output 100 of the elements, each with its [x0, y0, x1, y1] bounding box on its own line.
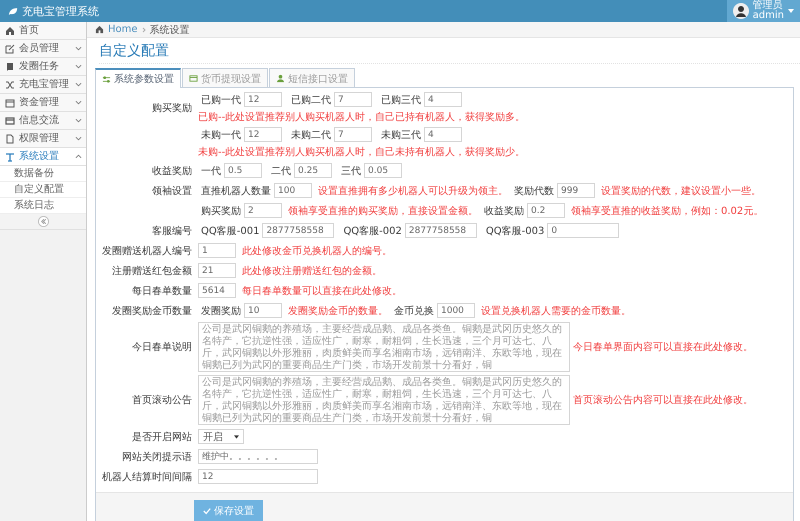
field-label: 直推机器人数量 — [201, 184, 271, 198]
sidebar-item[interactable]: 系统设置 — [0, 148, 86, 166]
input-field[interactable]: 7 — [334, 127, 372, 142]
leaf-icon — [8, 6, 18, 16]
text-icon — [5, 152, 15, 162]
field-label: 客服编号 — [152, 226, 192, 236]
hint-text: 已购--此处设置推荐别人购买机器人时，自己已持有机器人，获得奖励多。 — [198, 110, 526, 124]
hint-text: 首页滚动公告内容可以直接在此处修改。 — [573, 394, 753, 407]
dropdown[interactable]: 开启 — [198, 429, 244, 444]
field-label: 机器人结算时间间隔 — [102, 472, 192, 482]
input-field[interactable]: 1 — [198, 243, 236, 258]
field-label: 已购一代 — [201, 94, 241, 106]
hint-text: 每日春单数量可以直接在此处修改。 — [242, 284, 402, 298]
shuffle-icon — [5, 80, 15, 90]
field-label: 领袖设置 — [152, 186, 192, 196]
chevron-icon — [75, 118, 82, 123]
input-field[interactable]: 0.5 — [224, 163, 262, 178]
input-field[interactable]: 10 — [244, 303, 282, 318]
submenu-item[interactable]: 数据备份 — [0, 166, 86, 182]
input-field[interactable]: 100 — [274, 183, 312, 198]
input-field[interactable]: 12 — [244, 92, 282, 107]
field-label: 每日春单数量 — [132, 286, 192, 296]
chevron-icon — [75, 136, 82, 141]
input-field[interactable]: 1000 — [437, 303, 475, 318]
hint-text: 设置奖励的代数，建议设置小一些。 — [601, 184, 761, 198]
field-label: 未购一代 — [201, 128, 241, 142]
tab[interactable]: 系统参数设置 — [95, 68, 181, 88]
field-label: QQ客服-001 — [201, 224, 260, 238]
user-icon — [276, 74, 285, 83]
sliders-icon — [102, 74, 111, 84]
field-label: 发圈奖励金币数量 — [112, 306, 192, 316]
avatar-icon — [732, 3, 749, 19]
window-icon — [5, 116, 15, 126]
caret-icon — [234, 434, 239, 438]
field-label: 今日春单说明 — [132, 342, 192, 353]
hint-text: 领袖享受直推的收益奖励，例如：0.02元。 — [571, 204, 764, 218]
sidebar-item[interactable]: 充电宝管理 — [0, 76, 86, 94]
edit-icon — [5, 44, 15, 54]
sidebar-item[interactable]: 会员管理 — [0, 40, 86, 58]
input-field[interactable]: 维护中。。。。。。 — [198, 449, 318, 464]
chevron-icon — [75, 82, 82, 87]
hint-text: 未购--此处设置推荐别人购买机器人时，自己未持有机器人，获得奖励少。 — [198, 146, 526, 159]
hint-text: 此处修改金币兑换机器人的编号。 — [242, 244, 392, 258]
input-field[interactable]: 7 — [334, 92, 372, 107]
hint-text: 设置兑换机器人需要的金币数量。 — [481, 304, 631, 318]
input-field[interactable]: 21 — [198, 263, 236, 278]
field-label: 未购二代 — [291, 128, 331, 142]
field-label: 注册赠送红包金额 — [112, 266, 192, 276]
field-label: 二代 — [271, 164, 291, 178]
breadcrumb-item[interactable]: Home — [108, 24, 138, 35]
chevron-icon — [75, 46, 82, 51]
breadcrumb-item: 系统设置 — [150, 24, 190, 36]
field-label: 首页滚动公告 — [132, 395, 192, 406]
sidebar-item[interactable]: 首页 — [0, 22, 86, 40]
field-label: QQ客服-003 — [486, 224, 544, 238]
hint-text: 设置直推拥有多少机器人可以升级为领主。 — [318, 184, 508, 198]
input-field[interactable]: 2877758558 — [262, 223, 334, 238]
home-icon — [95, 25, 104, 34]
user-role: 管理员 — [752, 1, 783, 11]
input-field[interactable]: 0.2 — [527, 203, 565, 218]
document-icon — [5, 134, 15, 144]
sidebar-item[interactable]: 资金管理 — [0, 94, 86, 112]
input-field[interactable]: 0 — [547, 223, 620, 238]
field-label: 发圈奖励 — [201, 304, 241, 318]
sidebar-item[interactable]: 发圈任务 — [0, 58, 86, 76]
field-label: 奖励代数 — [514, 184, 554, 198]
field-label: 购买奖励 — [201, 204, 241, 218]
chevron-icon — [75, 154, 82, 159]
hint-text: 领袖享受直推的购买奖励，直接设置金额。 — [288, 204, 478, 218]
input-field[interactable]: 4 — [424, 92, 462, 107]
chevron-icon — [75, 64, 82, 69]
input-field[interactable]: 2877758558 — [404, 223, 477, 238]
chevron-icon — [75, 100, 82, 105]
caret-icon — [788, 9, 794, 13]
collapse-icon[interactable] — [38, 216, 48, 227]
field-label: 已购二代 — [291, 94, 331, 106]
user-name: admin — [752, 11, 784, 21]
field-label: 已购三代 — [381, 94, 421, 106]
submenu-item[interactable]: 系统日志 — [0, 198, 86, 214]
input-field[interactable]: 0.05 — [364, 163, 402, 178]
sidebar-item[interactable]: 信息交流 — [0, 112, 86, 130]
input-field[interactable]: 2 — [244, 203, 282, 218]
input-field[interactable]: 999 — [557, 183, 595, 198]
field-label: 一代 — [201, 164, 221, 178]
check-icon — [203, 507, 211, 515]
input-field[interactable]: 5614 — [198, 283, 236, 298]
field-label: QQ客服-002 — [343, 224, 402, 238]
page-title: 自定义配置 — [99, 42, 800, 64]
input-field[interactable]: 0.25 — [294, 163, 332, 178]
hint-text: 今日春单界面内容可以直接在此处修改。 — [573, 340, 753, 354]
chevron-icon — [142, 26, 146, 32]
hint-text: 此处修改注册赠送红包的金额。 — [242, 264, 382, 278]
field-label: 收益奖励 — [484, 204, 524, 218]
field-label: 发圈赠送机器人编号 — [102, 246, 192, 256]
submenu-item[interactable]: 自定义配置 — [0, 182, 86, 198]
input-field[interactable]: 12 — [244, 127, 282, 142]
input-field[interactable]: 12 — [198, 469, 318, 484]
sidebar-item[interactable]: 权限管理 — [0, 130, 86, 148]
input-field[interactable]: 4 — [424, 127, 462, 142]
field-label: 未购三代 — [381, 128, 421, 142]
